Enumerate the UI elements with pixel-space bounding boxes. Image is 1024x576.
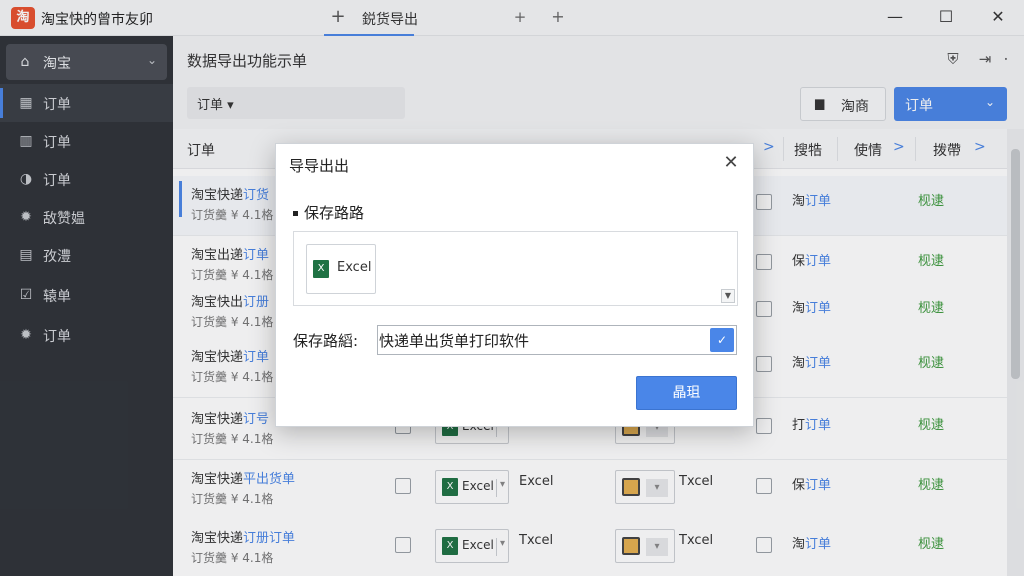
bullet-icon — [293, 211, 298, 216]
chevron-down-icon[interactable]: ✓ — [710, 328, 734, 352]
save-path-label: 保存路縚: — [293, 332, 359, 350]
dialog-close-button[interactable]: ✕ — [719, 151, 743, 175]
save-path-heading: 保存路路 — [304, 204, 365, 222]
dialog-title: 导导出出 — [289, 157, 350, 175]
save-path-value: 快递单出货单打印软件 — [379, 332, 530, 350]
save-path-section: 保存路路 — [293, 202, 364, 223]
scroll-down-icon[interactable]: ▼ — [721, 289, 735, 303]
file-format-list[interactable]: X Excel ▼ — [293, 231, 738, 306]
save-path-select[interactable]: 快递单出货单打印软件 ✓ — [377, 325, 737, 355]
export-dialog: 导导出出 ✕ 保存路路 X Excel ▼ 保存路縚: 快递单出货单打印软件 ✓… — [275, 143, 754, 427]
excel-file-option[interactable]: X Excel — [306, 244, 376, 294]
confirm-button[interactable]: 晶珇 — [636, 376, 737, 410]
excel-icon: X — [313, 260, 329, 278]
confirm-button-label: 晶珇 — [672, 385, 701, 401]
file-name: Excel — [337, 260, 372, 275]
